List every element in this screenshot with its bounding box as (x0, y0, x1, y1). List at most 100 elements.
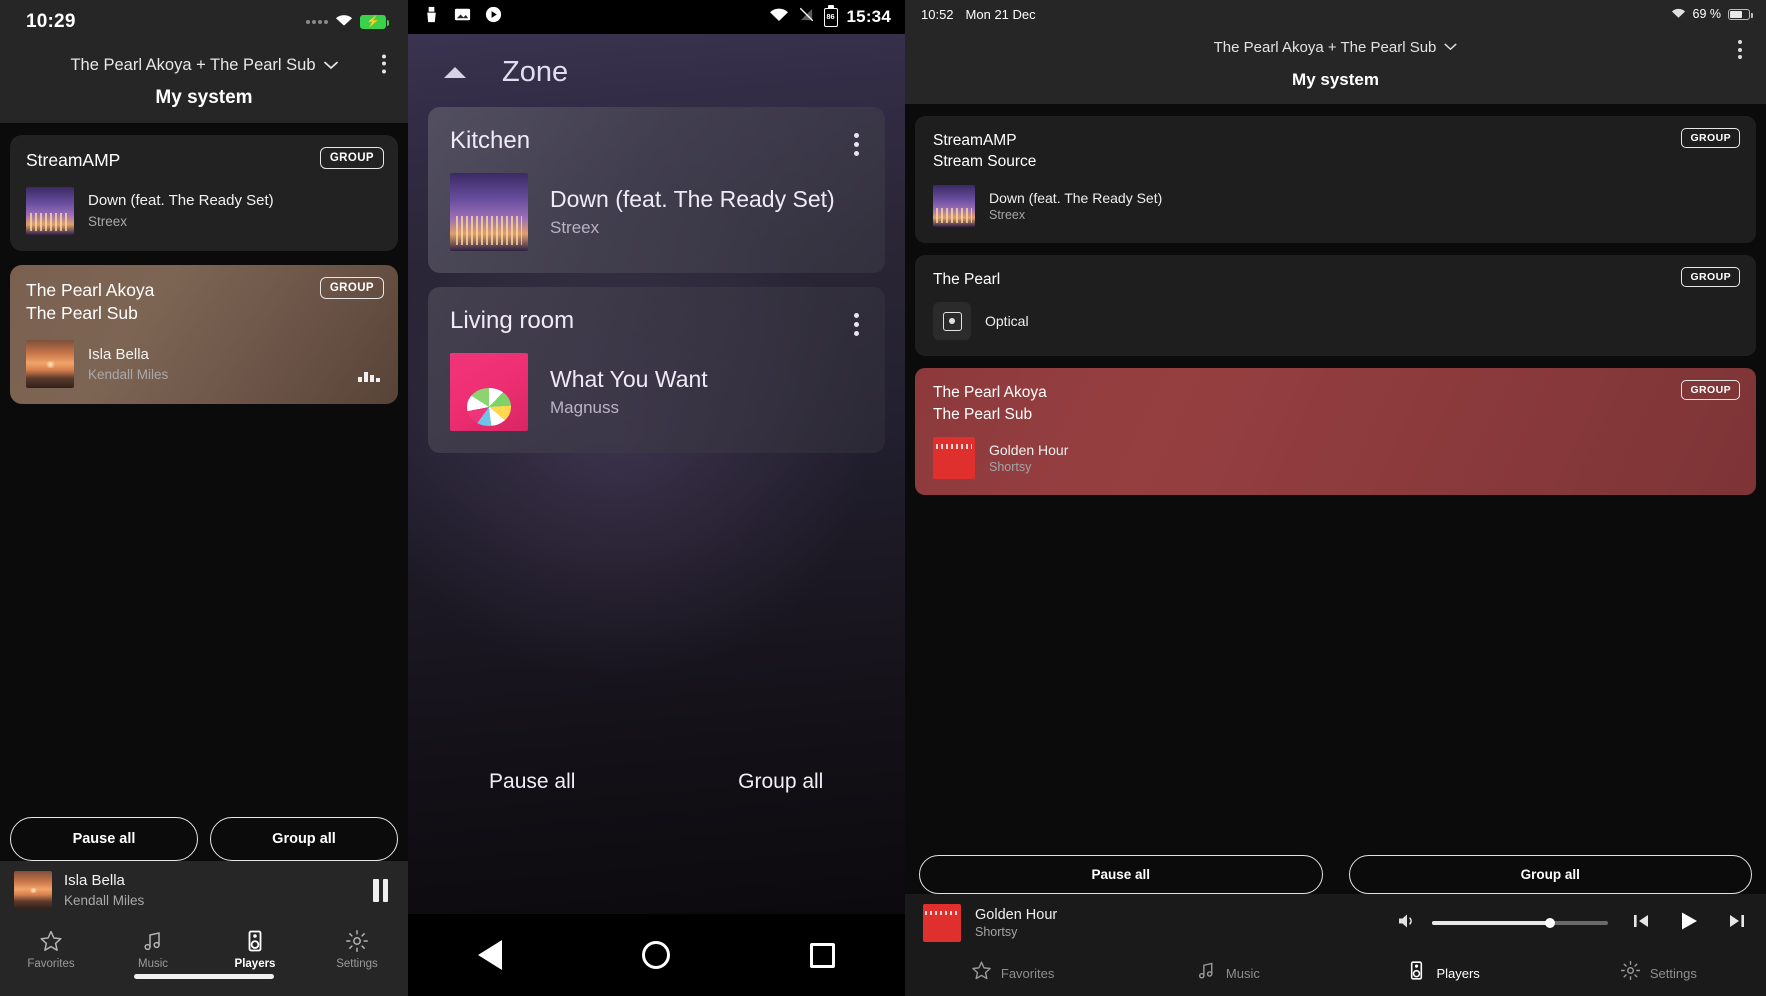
zone-screen: Zone Kitchen Down (feat. The Ready Set) … (408, 34, 905, 914)
zone-card-kitchen[interactable]: Kitchen Down (feat. The Ready Set) Stree… (428, 107, 885, 273)
player-card-the-pearl[interactable]: The Pearl GROUP Optical (915, 254, 1756, 357)
now-playing-row[interactable]: Isla Bella Kendall Miles (26, 339, 382, 388)
now-playing-row[interactable]: Golden Hour Shortsy (933, 436, 1738, 479)
player-card-streamamp[interactable]: StreamAMP Stream Source GROUP Down (feat… (915, 116, 1756, 243)
tab-music[interactable]: Music (102, 929, 204, 970)
tab-players[interactable]: Players (204, 929, 306, 970)
music-note-icon (141, 929, 165, 953)
group-button[interactable]: GROUP (319, 276, 384, 299)
group-button[interactable]: GROUP (1681, 380, 1740, 401)
track-artist: Streex (989, 207, 1026, 222)
zone-name: Living room (450, 307, 575, 334)
tab-label: Favorites (1000, 965, 1055, 981)
track-artist: Streex (550, 218, 600, 237)
square-recents-icon[interactable] (810, 942, 835, 968)
kebab-menu-icon[interactable] (854, 313, 859, 336)
lollipop-pink-artwork (450, 353, 528, 431)
system-selector[interactable]: The Pearl Akoya + The Pearl Sub (0, 48, 408, 79)
play-icon[interactable] (1676, 909, 1702, 938)
source-label: Optical (985, 313, 1029, 330)
player-card-title-line2: The Pearl Sub (933, 405, 1033, 423)
now-playing-row[interactable]: Down (feat. The Ready Set) Streex (450, 173, 863, 251)
sunset-artwork (26, 339, 74, 388)
tab-favorites[interactable]: Favorites (905, 960, 1120, 986)
group-button[interactable]: GROUP (1681, 128, 1740, 148)
triangle-back-icon[interactable] (478, 940, 502, 970)
speaker-icon (1406, 960, 1427, 986)
tablet-tab-bar: Favorites Music Players Settings (905, 954, 1766, 996)
battery-icon: 86 (823, 4, 838, 27)
track-title: Down (feat. The Ready Set) (550, 186, 835, 212)
group-all-button[interactable]: Group all (1348, 855, 1752, 894)
speaker-volume-icon[interactable] (1396, 911, 1418, 936)
zone-header: Zone (408, 34, 905, 107)
skip-previous-icon[interactable] (1630, 911, 1652, 936)
pause-icon[interactable] (373, 878, 394, 902)
tab-favorites[interactable]: Favorites (0, 929, 102, 970)
tablet-player-list: StreamAMP Stream Source GROUP Down (feat… (905, 104, 1766, 894)
kebab-menu-icon[interactable] (1734, 36, 1746, 63)
tab-settings[interactable]: Settings (1551, 960, 1766, 986)
volume-slider[interactable] (1432, 918, 1608, 928)
group-all-button[interactable]: Group all (657, 770, 906, 794)
city-skyline-artwork (933, 184, 975, 227)
track-artist: Magnuss (550, 398, 619, 417)
star-icon (971, 960, 992, 986)
group-button[interactable]: GROUP (1681, 266, 1740, 287)
battery-percent-label: 69 % (1692, 7, 1722, 21)
tab-label: Music (137, 958, 169, 970)
pause-all-button[interactable]: Pause all (919, 855, 1323, 894)
tab-settings[interactable]: Settings (306, 929, 408, 970)
phone-bulk-actions: Pause all Group all (10, 817, 398, 861)
group-all-button[interactable]: Group all (210, 817, 398, 861)
zone-card-living-room[interactable]: Living room What You Want Magnuss (428, 287, 885, 453)
caret-up-icon[interactable] (444, 67, 466, 78)
player-card-title-line2: The Pearl Sub (26, 303, 138, 324)
kebab-menu-icon[interactable] (854, 133, 859, 156)
player-card-streamamp[interactable]: StreamAMP GROUP Down (feat. The Ready Se… (10, 135, 398, 251)
zone-card-list: Kitchen Down (feat. The Ready Set) Stree… (408, 107, 905, 467)
tab-players[interactable]: Players (1336, 960, 1551, 986)
now-playing-row[interactable]: Down (feat. The Ready Set) Streex (26, 186, 382, 235)
track-artist: Shortsy (989, 459, 1032, 474)
status-clock: 15:34 (846, 7, 891, 26)
tab-label: Settings (336, 958, 378, 970)
red-artwork (923, 904, 961, 942)
android-tablet-panel: 86 15:34 Zone Kitchen Down (feat. The Re… (408, 0, 905, 996)
kebab-menu-icon[interactable] (378, 50, 390, 77)
phone-panel: 10:29 ⚡ The Pearl Akoya + The Pearl Sub … (0, 0, 408, 996)
phone-tab-bar: Favorites Music Players Settings (0, 921, 408, 974)
city-skyline-artwork (26, 186, 74, 235)
circle-home-icon[interactable] (642, 941, 670, 969)
tablet-status-bar: 10:52 Mon 21 Dec 69 % (905, 0, 1766, 28)
screenshot-stage: 10:29 ⚡ The Pearl Akoya + The Pearl Sub … (0, 0, 1766, 996)
pause-all-button[interactable]: Pause all (408, 770, 657, 794)
tab-label: Players (234, 958, 276, 970)
player-card-the-pearl[interactable]: The Pearl Akoya The Pearl Sub GROUP Isla… (10, 264, 398, 404)
page-title: My system (155, 87, 253, 108)
mini-player-artist: Kendall Miles (64, 893, 145, 909)
skip-next-icon[interactable] (1726, 911, 1748, 936)
player-card-pearl-akoya[interactable]: The Pearl Akoya The Pearl Sub GROUP Gold… (915, 368, 1756, 495)
tablet-header: The Pearl Akoya + The Pearl Sub My syste… (905, 28, 1766, 104)
volume-control[interactable] (1396, 909, 1748, 938)
mini-player-bar[interactable]: Isla Bella Kendall Miles (0, 861, 408, 921)
now-playing-row[interactable]: What You Want Magnuss (450, 353, 863, 431)
city-skyline-artwork (450, 173, 528, 251)
player-artist: Shortsy (975, 925, 1018, 939)
image-icon (453, 5, 472, 29)
wifi-icon (1671, 7, 1686, 22)
status-clock: 10:29 (26, 11, 76, 32)
system-selector[interactable]: The Pearl Akoya + The Pearl Sub (905, 34, 1766, 60)
group-button[interactable]: GROUP (319, 147, 384, 169)
play-circle-icon (484, 5, 503, 29)
tablet-bulk-actions: Pause all Group all (919, 855, 1752, 894)
tab-music[interactable]: Music (1120, 960, 1335, 986)
now-playing-row[interactable]: Down (feat. The Ready Set) Streex (933, 184, 1738, 227)
mini-player-title: Isla Bella (64, 871, 125, 889)
page-title: My system (1292, 70, 1379, 89)
source-row[interactable]: Optical (933, 302, 1738, 341)
pause-all-button[interactable]: Pause all (10, 817, 198, 861)
track-title: Down (feat. The Ready Set) (989, 189, 1163, 206)
player-title: Golden Hour (975, 907, 1058, 923)
